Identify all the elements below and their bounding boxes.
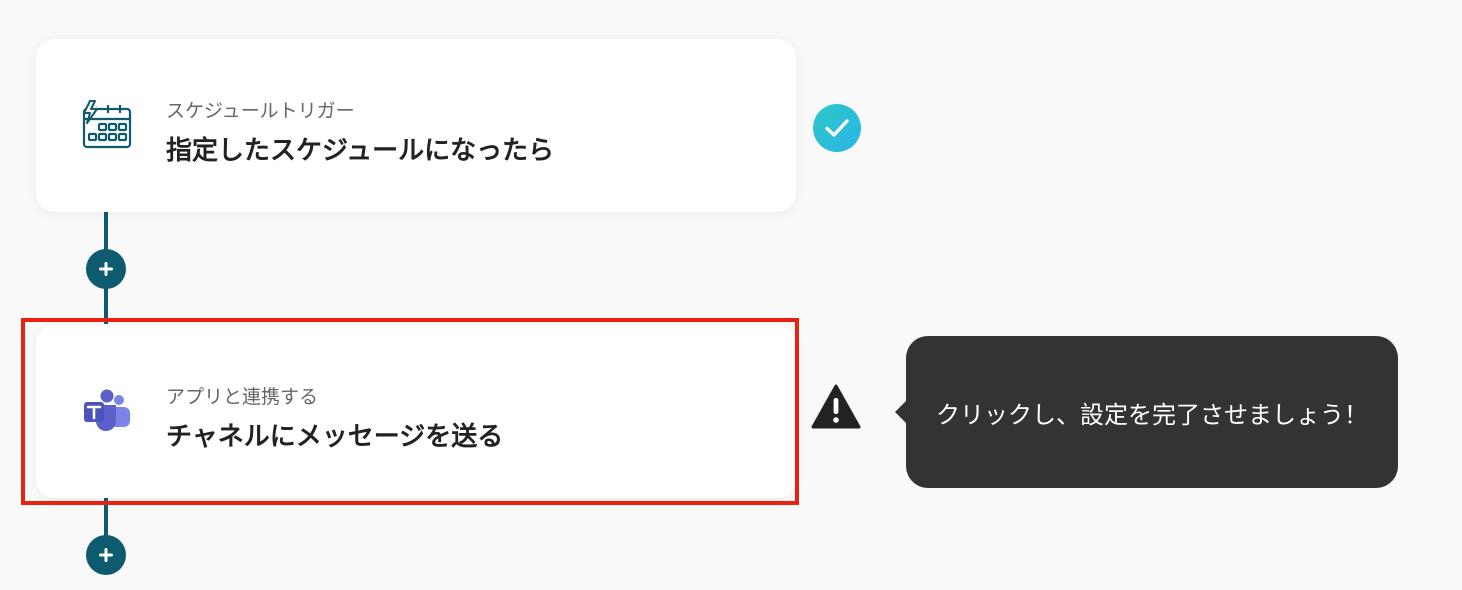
teams-icon bbox=[78, 383, 136, 441]
flow-step-send-channel-message[interactable]: アプリと連携する チャネルにメッセージを送る bbox=[36, 325, 796, 498]
check-circle-icon bbox=[813, 104, 861, 152]
plus-icon bbox=[99, 548, 113, 562]
tooltip-text: クリックし、設定を完了させましょう！ bbox=[936, 400, 1368, 429]
warning-triangle-icon bbox=[811, 384, 861, 430]
step-title: 指定したスケジュールになったら bbox=[166, 136, 555, 166]
schedule-calendar-icon bbox=[78, 97, 136, 155]
plus-icon bbox=[99, 262, 113, 276]
flow-step-schedule-trigger[interactable]: スケジュールトリガー 指定したスケジュールになったら bbox=[36, 39, 796, 212]
step-subtitle: アプリと連携する bbox=[166, 386, 319, 408]
setup-tooltip: クリックし、設定を完了させましょう！ bbox=[895, 336, 1398, 488]
step-title: チャネルにメッセージを送る bbox=[166, 422, 504, 452]
step-subtitle: スケジュールトリガー bbox=[166, 100, 355, 122]
add-step-button[interactable] bbox=[86, 249, 126, 289]
add-step-button[interactable] bbox=[86, 535, 126, 575]
